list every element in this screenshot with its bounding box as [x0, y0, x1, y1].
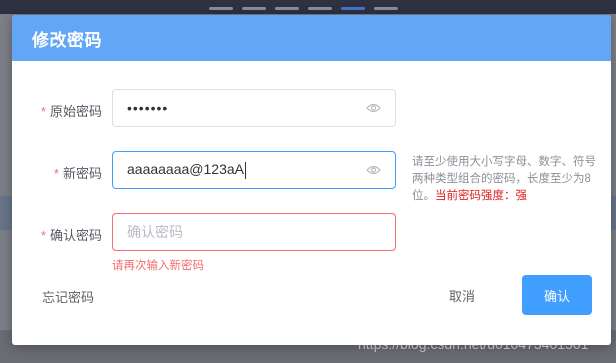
old-password-value: •••••••	[127, 100, 169, 116]
eye-icon[interactable]	[365, 100, 381, 116]
text-cursor	[244, 161, 246, 179]
cancel-button[interactable]: 取消	[432, 277, 492, 313]
password-hint: 请至少使用大小写字母、数字、符号两种类型组合的密码，长度至少为8位。当前密码强度…	[412, 154, 602, 205]
forgot-password-link[interactable]: 忘记密码	[42, 287, 94, 306]
confirm-password-input[interactable]: 确认密码	[112, 213, 396, 251]
new-password-value: aaaaaaaa@123aA	[127, 161, 244, 178]
required-mark: *	[53, 166, 59, 181]
old-password-input[interactable]: •••••••	[112, 89, 396, 127]
confirm-button[interactable]: 确认	[522, 275, 592, 315]
required-mark: *	[40, 104, 46, 119]
background-topbar	[0, 0, 616, 14]
carousel-dot	[308, 7, 332, 10]
old-password-label-text: 原始密码	[49, 104, 102, 119]
new-password-label-text: 新密码	[62, 166, 102, 181]
new-password-input[interactable]: aaaaaaaa@123aA	[112, 151, 396, 189]
confirm-password-label: * 确认密码	[14, 225, 102, 244]
change-password-dialog: 修改密码 * 原始密码 ••••••• * 新密码 aaaaaaaa@123aA 请…	[12, 15, 611, 345]
watermark: https://blog.csdn.net/u010473401501	[358, 336, 589, 352]
confirm-password-placeholder: 确认密码	[127, 224, 183, 240]
eye-icon[interactable]	[365, 162, 381, 178]
carousel-dot-active	[341, 7, 365, 10]
old-password-label: * 原始密码	[14, 101, 102, 120]
password-strength: 当前密码强度：强	[435, 190, 527, 202]
carousel-dot	[242, 7, 266, 10]
carousel-dot	[209, 7, 233, 10]
carousel-dot	[374, 7, 398, 10]
new-password-label: * 新密码	[14, 163, 102, 182]
carousel-dot	[275, 7, 299, 10]
new-password-value-wrap: aaaaaaaa@123aA	[127, 161, 365, 179]
dialog-title: 修改密码	[32, 30, 102, 51]
required-mark: *	[40, 228, 46, 243]
confirm-password-error: 请再次输入新密码	[112, 260, 204, 272]
dialog-header: 修改密码	[12, 15, 611, 61]
carousel-indicators	[209, 7, 398, 10]
confirm-password-label-text: 确认密码	[49, 228, 102, 243]
